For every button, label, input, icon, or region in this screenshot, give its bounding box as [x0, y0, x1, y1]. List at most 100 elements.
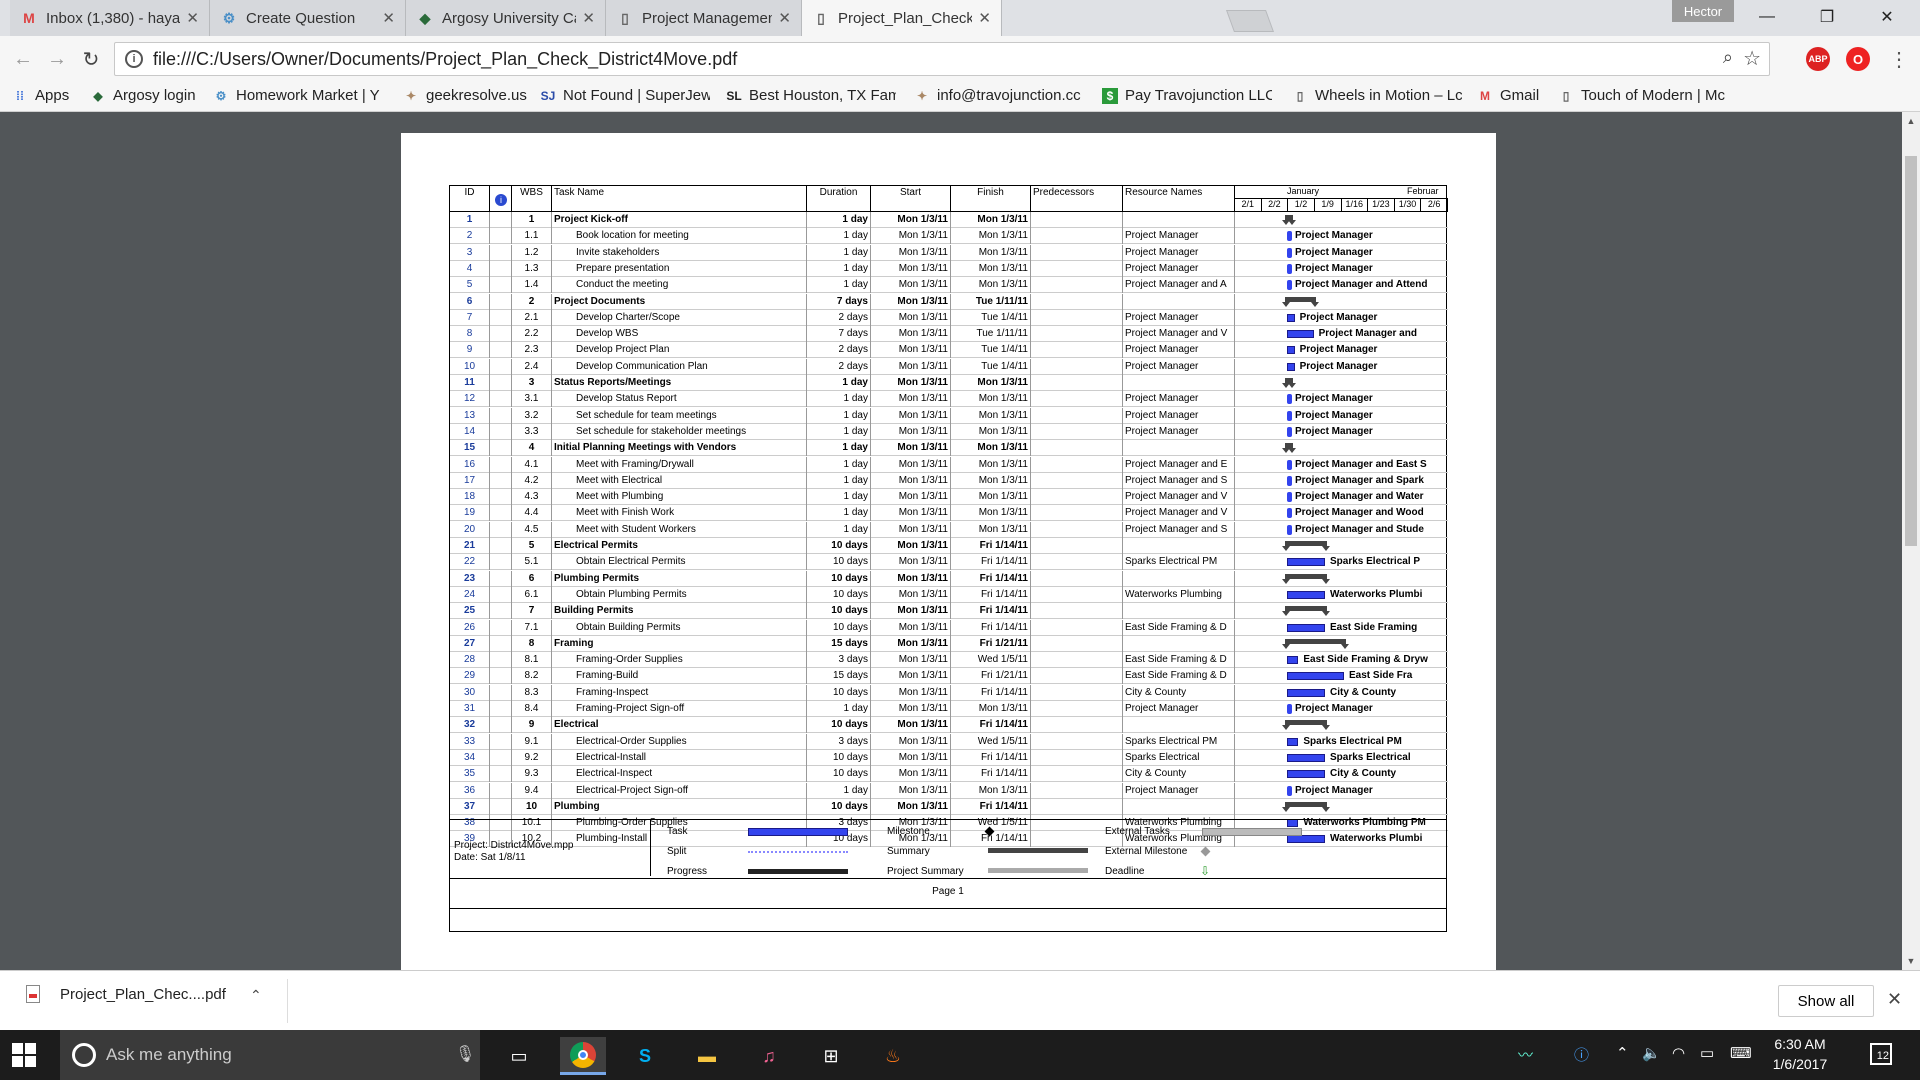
cortana-circle-icon	[72, 1043, 96, 1067]
cortana-search-box[interactable]: Ask me anything 🎙	[60, 1030, 480, 1080]
profile-badge[interactable]: Hector	[1672, 0, 1734, 22]
url-text[interactable]: file:///C:/Users/Owner/Documents/Project…	[153, 49, 737, 70]
close-window-button[interactable]: ✕	[1860, 0, 1914, 34]
task-duration: 1 day	[807, 260, 871, 277]
bookmark-travojunction-info[interactable]: ✦ info@travojunction.cc	[914, 87, 1084, 104]
bookmark-pay-travojunction[interactable]: $ Pay Travojunction LLC	[1102, 87, 1272, 104]
task-name: Framing-Project Sign-off	[552, 701, 807, 717]
vertical-scrollbar[interactable]: ▲ ▼	[1902, 112, 1920, 970]
zoom-magnifier-icon[interactable]: ⌕	[1723, 47, 1733, 68]
col-header-id: ID	[450, 186, 490, 212]
task-resources	[1123, 375, 1235, 391]
scroll-down-icon[interactable]: ▼	[1902, 956, 1920, 966]
new-tab-button[interactable]	[1225, 10, 1275, 32]
download-item[interactable]: Project_Plan_Chec....pdf	[26, 985, 226, 1003]
task-start: Mon 1/3/11	[871, 766, 951, 783]
task-bar	[1287, 753, 1325, 762]
microphone-icon[interactable]: 🎙	[455, 1044, 475, 1064]
close-icon[interactable]: ✕	[978, 9, 991, 27]
close-icon[interactable]: ✕	[582, 9, 595, 27]
bookmark-star-icon[interactable]: ☆	[1743, 46, 1761, 71]
speaker-icon[interactable]: 🔈	[1642, 1044, 1661, 1062]
close-icon[interactable]: ✕	[778, 9, 791, 27]
update-info-icon[interactable]: ⓘ	[1574, 1044, 1589, 1065]
system-clock[interactable]: 6:30 AM 1/6/2017	[1765, 1034, 1835, 1074]
itunes-icon[interactable]: ♫	[746, 1037, 792, 1075]
notification-center-icon[interactable]: 12	[1870, 1043, 1892, 1065]
bar-resource-label: Project Manager	[1295, 425, 1373, 437]
gantt-bar-cell: City & County	[1235, 685, 1448, 701]
tab-argosy[interactable]: ◆ Argosy University Campu ✕	[406, 0, 606, 36]
adblock-icon[interactable]: ABP	[1806, 47, 1830, 71]
task-finish: Tue 1/11/11	[951, 293, 1031, 310]
keyboard-icon[interactable]: ⌨	[1730, 1044, 1752, 1062]
tab-project-plan-pdf[interactable]: ▯ Project_Plan_Check_Distr ✕	[802, 0, 1002, 36]
task-row: 35 9.3 Electrical-Inspect 10 days Mon 1/3/11…	[450, 766, 1448, 783]
menu-kebab-icon[interactable]: ⋮	[1884, 44, 1914, 74]
close-icon[interactable]: ✕	[186, 9, 199, 27]
task-row: 27 8 Framing 15 days Mon 1/3/11 Fri 1/21/11	[450, 635, 1448, 652]
minimize-button[interactable]: —	[1740, 0, 1794, 34]
forward-arrow-icon[interactable]: →	[42, 44, 72, 74]
task-row: 18 4.3 Meet with Plumbing 1 day Mon 1/3/11 Mo…	[450, 489, 1448, 506]
address-bar[interactable]: i file:///C:/Users/Owner/Documents/Proje…	[114, 42, 1770, 76]
wifi-icon[interactable]: ◠	[1672, 1044, 1685, 1062]
back-arrow-icon[interactable]: ←	[8, 44, 38, 74]
gantt-bar-cell: Project Manager	[1235, 228, 1448, 244]
task-start: Mon 1/3/11	[871, 538, 951, 554]
scroll-up-icon[interactable]: ▲	[1902, 116, 1920, 126]
close-icon[interactable]: ✕	[382, 9, 395, 27]
task-duration: 1 day	[807, 505, 871, 522]
close-icon[interactable]: ✕	[1887, 989, 1902, 1010]
task-wbs: 9	[512, 717, 552, 734]
task-wbs: 9.4	[512, 782, 552, 799]
flame-app-icon[interactable]: ♨	[870, 1037, 916, 1075]
tab-gmail[interactable]: M Inbox (1,380) - hayala@c ✕	[10, 0, 210, 36]
scrollbar-thumb[interactable]	[1905, 156, 1917, 546]
tab-create-question[interactable]: ⚙ Create Question ✕	[210, 0, 406, 36]
task-resources	[1123, 798, 1235, 815]
task-name: Project Kick-off	[552, 212, 807, 228]
info-icon[interactable]: i	[125, 50, 143, 68]
task-duration: 15 days	[807, 635, 871, 652]
bookmark-superjew[interactable]: SJ Not Found | SuperJew	[540, 87, 710, 104]
store-icon[interactable]: ⊞	[808, 1037, 854, 1075]
reload-icon[interactable]: ↻	[76, 44, 106, 74]
skype-icon[interactable]: S	[622, 1037, 668, 1075]
bookmark-gmail[interactable]: M Gmail	[1477, 87, 1557, 104]
task-view-icon[interactable]: ▭	[496, 1037, 542, 1075]
file-explorer-icon[interactable]: ▬	[684, 1037, 730, 1075]
windows-start-icon[interactable]	[12, 1043, 36, 1067]
chevron-up-icon[interactable]: ⌃	[250, 987, 262, 1004]
bookmark-wheels-in-motion[interactable]: ▯ Wheels in Motion – Lc	[1292, 87, 1462, 104]
tab-label: Inbox (1,380) - hayala@c	[46, 9, 181, 27]
task-name: Develop WBS	[552, 326, 807, 343]
chevron-up-icon[interactable]: ⌃	[1616, 1044, 1629, 1062]
bookmark-apps[interactable]: ⁞⁞ Apps	[12, 87, 78, 104]
col-header-task-name: Task Name	[552, 186, 807, 212]
task-finish: Fri 1/14/11	[951, 766, 1031, 783]
task-name: Develop Project Plan	[552, 342, 807, 359]
bookmark-homework-market[interactable]: ⚙ Homework Market | Y	[213, 87, 383, 104]
restore-button[interactable]: ❐	[1800, 0, 1854, 34]
bookmark-best-houston[interactable]: SL Best Houston, TX Fam	[726, 87, 896, 104]
tab-project-management[interactable]: ▯ Project Management | M ✕	[606, 0, 802, 36]
task-name: Plumbing	[552, 798, 807, 815]
pdf-viewer[interactable]: ▲ ▼ ID i WBS Task Name Duration Start Fi…	[0, 112, 1920, 978]
task-start: Mon 1/3/11	[871, 489, 951, 506]
bookmark-argosy-login[interactable]: ◆ Argosy login	[90, 87, 200, 104]
bookmark-geekresolve[interactable]: ✦ geekresolve.us	[403, 87, 529, 104]
opera-icon[interactable]: O	[1846, 47, 1870, 71]
chrome-icon[interactable]	[560, 1037, 606, 1075]
activity-monitor-icon[interactable]: 〰	[1518, 1044, 1533, 1065]
task-predecessors	[1031, 619, 1123, 636]
bar-resource-label: Sparks Electrical P	[1330, 556, 1421, 568]
bookmark-touch-of-modern[interactable]: ▯ Touch of Modern | Mc	[1558, 87, 1728, 104]
show-all-button[interactable]: Show all	[1778, 985, 1874, 1017]
gantt-bar-cell	[1235, 294, 1448, 310]
task-predecessors	[1031, 538, 1123, 554]
battery-icon[interactable]: ▭	[1700, 1044, 1714, 1062]
task-duration: 10 days	[807, 749, 871, 766]
task-finish: Mon 1/3/11	[951, 521, 1031, 538]
task-id: 21	[450, 538, 490, 554]
